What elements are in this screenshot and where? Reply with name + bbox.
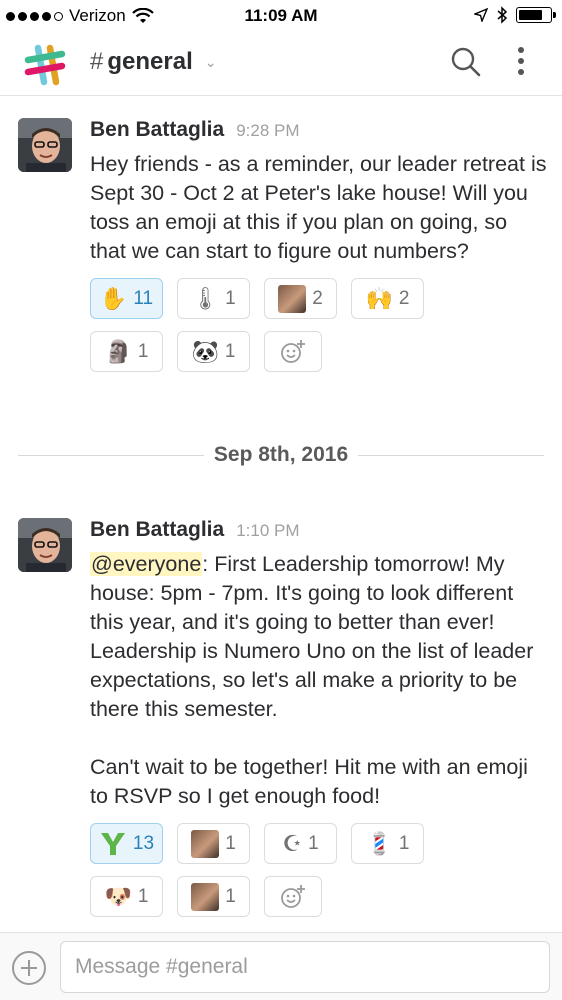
- reaction-chip[interactable]: 13: [90, 823, 163, 864]
- panda-icon: 🐼: [191, 338, 219, 364]
- reaction-chip[interactable]: ✋ 11: [90, 278, 163, 319]
- reaction-count: 1: [224, 340, 236, 362]
- reaction-chip[interactable]: 🗿 1: [90, 331, 163, 372]
- raised-hand-icon: ✋: [99, 285, 128, 311]
- custom-photo-emoji-icon: [191, 882, 220, 911]
- more-options-icon[interactable]: [510, 44, 532, 78]
- avatar[interactable]: [18, 518, 72, 572]
- reaction-count: 11: [133, 287, 154, 309]
- avatar[interactable]: [18, 118, 72, 172]
- moai-icon: 🗿: [104, 338, 132, 364]
- reaction-chip[interactable]: 2: [264, 278, 337, 319]
- add-emoji-icon: [281, 339, 305, 363]
- status-bar: Verizon 11:09 AM: [0, 0, 562, 34]
- reaction-chip[interactable]: 💈 1: [351, 823, 424, 864]
- channel-hash: #: [90, 48, 104, 75]
- message-timestamp: 1:10 PM: [236, 521, 300, 540]
- channel-header: # general ⌄: [0, 34, 562, 96]
- reaction-count: 1: [225, 885, 236, 907]
- message-text: Hey friends - as a reminder, our leader …: [90, 152, 553, 263]
- reaction-count: 2: [312, 287, 323, 309]
- channel-name: general: [107, 48, 193, 75]
- location-arrow-icon: [474, 8, 488, 22]
- channel-name-button[interactable]: # general ⌄: [90, 48, 216, 76]
- message-composer: [0, 932, 562, 1000]
- status-right: [474, 6, 556, 24]
- barber-pole-icon: 💈: [365, 830, 393, 856]
- younglife-logo-icon: [100, 832, 125, 855]
- thermometer-icon: 🌡: [191, 285, 220, 311]
- reaction-list: ✋ 11 🌡 1 2 🙌 2 🗿 1 🐼 1: [90, 278, 450, 372]
- reaction-count: 2: [398, 287, 410, 309]
- message-body: Ben Battaglia 1:10 PM @everyone: First L…: [90, 518, 548, 917]
- reaction-count: 1: [398, 832, 410, 854]
- bluetooth-icon: [497, 6, 508, 24]
- custom-photo-emoji-icon: [191, 829, 220, 858]
- message-input[interactable]: [60, 941, 550, 993]
- reaction-count: 1: [137, 340, 149, 362]
- reaction-chip[interactable]: 🙌 2: [351, 278, 424, 319]
- reaction-chip[interactable]: 🐼 1: [177, 331, 250, 372]
- reaction-count: 1: [137, 885, 149, 907]
- author-name[interactable]: Ben Battaglia: [90, 118, 224, 142]
- raised-hands-icon: 🙌: [365, 285, 393, 311]
- reaction-chip[interactable]: 1: [177, 823, 250, 864]
- reaction-count: 1: [225, 832, 236, 854]
- reaction-list: 13 1 ☪ 1 💈 1 🐶 1 1: [90, 823, 450, 917]
- mention-everyone[interactable]: @everyone: [90, 552, 203, 576]
- add-reaction-button[interactable]: [264, 876, 322, 917]
- date-divider: Sep 8th, 2016: [18, 440, 545, 470]
- dog-face-icon: 🐶: [104, 883, 132, 909]
- add-reaction-button[interactable]: [264, 331, 322, 372]
- date-divider-label: Sep 8th, 2016: [213, 443, 349, 466]
- message-timestamp: 9:28 PM: [236, 121, 300, 140]
- battery-icon: [516, 7, 556, 23]
- reaction-chip[interactable]: 1: [177, 876, 250, 917]
- reaction-count: 1: [308, 832, 319, 854]
- plus-icon: [21, 960, 37, 976]
- attach-plus-button[interactable]: [12, 951, 46, 985]
- star-and-crescent-icon: ☪: [282, 830, 303, 856]
- author-name[interactable]: Ben Battaglia: [90, 518, 224, 542]
- message-text-content: : First Leadership tomorrow! My house: 5…: [90, 552, 534, 808]
- divider-line-left: [18, 454, 204, 456]
- chevron-down-icon: ⌄: [204, 53, 217, 70]
- reaction-count: 1: [225, 287, 236, 309]
- divider-line-right: [358, 454, 545, 456]
- reaction-chip[interactable]: 🐶 1: [90, 876, 163, 917]
- reaction-count: 13: [132, 832, 155, 854]
- message-body: Ben Battaglia 9:28 PM Hey friends - as a…: [90, 118, 548, 372]
- user-photo-icon: [18, 518, 72, 572]
- custom-photo-emoji-icon: [278, 284, 307, 313]
- search-icon[interactable]: [450, 46, 482, 78]
- user-photo-icon: [18, 118, 72, 172]
- reaction-chip[interactable]: 🌡 1: [177, 278, 250, 319]
- slack-logo-icon: [24, 44, 66, 86]
- message-text: @everyone: First Leadership tomorrow! My…: [90, 550, 548, 811]
- add-emoji-icon: [281, 884, 305, 908]
- reaction-chip[interactable]: ☪ 1: [264, 823, 337, 864]
